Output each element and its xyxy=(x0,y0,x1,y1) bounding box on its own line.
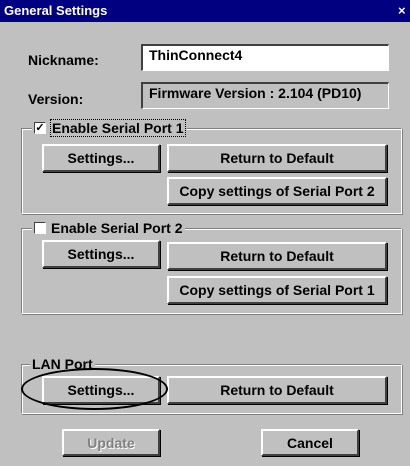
cancel-button[interactable]: Cancel xyxy=(261,429,359,456)
serial-2-return-default-button[interactable]: Return to Default xyxy=(167,242,387,270)
enable-serial-1-checkbox[interactable]: ✓ xyxy=(34,122,46,134)
serial-1-return-default-button[interactable]: Return to Default xyxy=(167,144,387,172)
title-bar[interactable]: General Settings × xyxy=(0,0,410,22)
serial-2-settings-button[interactable]: Settings... xyxy=(42,240,160,268)
nickname-label: Nickname: xyxy=(28,52,99,68)
serial-1-copy-settings-button[interactable]: Copy settings of Serial Port 2 xyxy=(167,177,387,205)
version-field: Firmware Version : 2.104 (PD10) xyxy=(141,82,389,109)
enable-serial-2-label: Enable Serial Port 2 xyxy=(51,220,183,236)
enable-serial-2-checkbox[interactable] xyxy=(34,222,46,234)
version-label: Version: xyxy=(28,91,84,107)
serial-port-2-legend[interactable]: Enable Serial Port 2 xyxy=(32,220,185,236)
lan-return-default-button[interactable]: Return to Default xyxy=(167,376,387,404)
window-title: General Settings xyxy=(4,3,108,18)
enable-serial-1-label: Enable Serial Port 1 xyxy=(50,119,186,137)
lan-port-legend: LAN Port xyxy=(30,356,95,372)
nickname-input[interactable]: ThinConnect4 xyxy=(141,44,389,71)
serial-1-settings-button[interactable]: Settings... xyxy=(42,144,160,172)
close-icon[interactable]: × xyxy=(398,3,408,19)
serial-port-1-legend[interactable]: ✓ Enable Serial Port 1 xyxy=(32,119,187,137)
lan-settings-button[interactable]: Settings... xyxy=(42,376,160,404)
update-button[interactable]: Update xyxy=(62,429,160,456)
lan-port-label: LAN Port xyxy=(32,356,93,372)
serial-2-copy-settings-button[interactable]: Copy settings of Serial Port 1 xyxy=(167,276,387,304)
